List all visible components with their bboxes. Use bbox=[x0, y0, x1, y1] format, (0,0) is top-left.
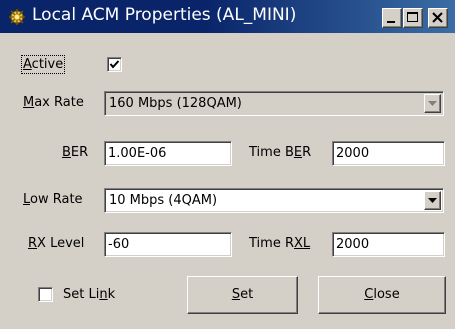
active-checkbox[interactable] bbox=[107, 57, 122, 72]
rx-level-input[interactable]: -60 bbox=[104, 232, 232, 257]
low-rate-label: Low Rate bbox=[23, 192, 83, 207]
low-rate-value: 10 Mbps (4QAM) bbox=[109, 193, 218, 208]
max-rate-label: Max Rate bbox=[23, 95, 84, 110]
time-rxl-input[interactable]: 2000 bbox=[332, 232, 445, 257]
properties-dialog: Local ACM Properties (AL_MINI) Active Ma… bbox=[0, 0, 455, 329]
title-bar[interactable]: Local ACM Properties (AL_MINI) bbox=[0, 0, 455, 33]
low-rate-select[interactable]: 10 Mbps (4QAM) bbox=[104, 188, 444, 213]
set-link-checkbox[interactable] bbox=[38, 287, 53, 302]
active-label: Active bbox=[20, 55, 66, 74]
close-button[interactable]: Close bbox=[318, 276, 446, 314]
satellite-dish-icon bbox=[9, 9, 25, 25]
close-window-button[interactable] bbox=[428, 8, 448, 28]
max-rate-dropdown-button[interactable] bbox=[424, 94, 441, 113]
window-title: Local ACM Properties (AL_MINI) bbox=[32, 5, 297, 25]
maximize-button[interactable] bbox=[403, 8, 423, 28]
chevron-down-icon bbox=[428, 101, 437, 106]
set-link-label: Set Link bbox=[63, 287, 116, 302]
max-rate-value: 160 Mbps (128QAM) bbox=[109, 96, 242, 111]
chevron-down-icon bbox=[428, 198, 437, 203]
close-icon bbox=[432, 12, 443, 23]
ber-label: BER bbox=[62, 145, 89, 160]
time-ber-label: Time BER bbox=[249, 145, 312, 160]
low-rate-dropdown-button[interactable] bbox=[424, 191, 441, 210]
time-rxl-label: Time RXL bbox=[249, 236, 311, 251]
checkmark-icon bbox=[109, 60, 120, 69]
max-rate-select[interactable]: 160 Mbps (128QAM) bbox=[104, 91, 444, 116]
rx-level-label: RX Level bbox=[28, 236, 85, 251]
maximize-icon bbox=[407, 12, 418, 22]
time-ber-input[interactable]: 2000 bbox=[332, 141, 445, 166]
minimize-button[interactable] bbox=[382, 8, 402, 28]
minimize-icon bbox=[387, 21, 395, 23]
ber-input[interactable]: 1.00E-06 bbox=[104, 141, 232, 166]
set-button[interactable]: Set bbox=[187, 276, 298, 314]
